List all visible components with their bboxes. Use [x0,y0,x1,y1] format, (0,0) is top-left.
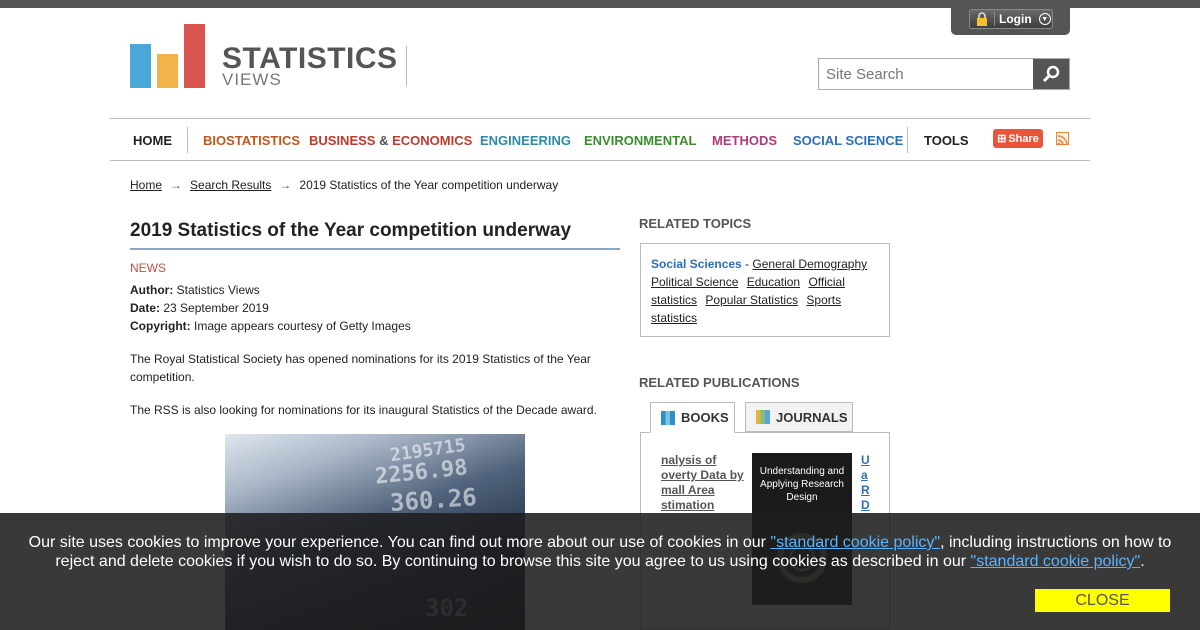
breadcrumb: Home → Search Results → 2019 Statistics of t… [130,178,558,192]
image-number: 360.26 [389,483,478,517]
publication-title-link[interactable]: U a R D [861,453,875,513]
article-copyright: Copyright: Image appears courtesy of Get… [130,319,411,333]
article-paragraph-2: The RSS is also looking for nominations … [130,403,597,417]
search-input[interactable] [819,59,1033,89]
nav-divider [907,127,908,153]
cookie-banner: Our site uses cookies to improve your ex… [0,513,1200,630]
logo-bar-red [184,24,205,88]
login-button[interactable]: Login ▼ [969,9,1053,29]
cookie-text-1: Our site uses cookies to improve your ex… [28,534,771,551]
site-logo[interactable]: STATISTICS VIEWS [130,22,410,89]
arrow-right-icon: → [279,178,292,192]
cookie-text-3: . [1140,553,1145,570]
breadcrumb-search-results[interactable]: Search Results [190,178,271,192]
login-tab: Login ▼ [951,8,1070,35]
author-label: Author: [130,283,174,297]
cookie-policy-link[interactable]: "standard cookie policy" [971,553,1141,570]
topic-link[interactable]: Popular Statistics [705,293,798,307]
author-value: Statistics Views [176,283,260,297]
cookie-close-button[interactable]: CLOSE [1035,589,1170,612]
lock-icon [974,11,990,27]
topics-lead[interactable]: Social Sciences [651,257,742,271]
logo-word-views: VIEWS [222,70,282,89]
breadcrumb-current: 2019 Statistics of the Year competition … [299,178,559,192]
logo-bar-blue [130,44,151,88]
nav-ampersand: & [379,133,389,148]
tab-books-label: BOOKS [681,410,729,425]
date-value: 23 September 2019 [163,301,269,315]
journals-icon [756,410,770,424]
article-title: 2019 Statistics of the Year competition … [130,220,620,250]
cookie-message: Our site uses cookies to improve your ex… [20,533,1180,571]
books-icon [661,410,675,425]
logo-bar-yellow [157,54,178,88]
topic-link[interactable]: Political Science [651,275,738,289]
nav-biostatistics[interactable]: BIOSTATISTICS [203,133,300,148]
share-button[interactable]: ⊞ Share [993,129,1043,148]
nav-social-science[interactable]: SOCIAL SCIENCE [793,133,903,148]
article-date: Date: 23 September 2019 [130,301,269,315]
nav-divider [187,127,188,153]
article-category[interactable]: NEWS [130,261,166,275]
login-label: Login [999,12,1032,26]
related-topics-heading: RELATED TOPICS [639,216,752,231]
login-separator [994,12,995,26]
copyright-label: Copyright: [130,319,191,333]
rss-icon[interactable] [1056,132,1069,146]
site-search [818,58,1070,90]
article-author: Author: Statistics Views [130,283,260,297]
nav-business-label: BUSINESS [309,133,376,148]
article-paragraph-1: The Royal Statistical Society has opened… [130,352,591,384]
nav-engineering[interactable]: ENGINEERING [480,133,571,148]
main-nav: HOME BIOSTATISTICS BUSINESS & ECONOMICS … [110,118,1090,161]
tab-books[interactable]: BOOKS [650,402,735,433]
book-cover-title: Understanding and Applying Research Desi… [759,466,845,503]
nav-methods[interactable]: METHODS [712,133,777,148]
logo-divider [406,46,407,86]
related-topics-box: Social Sciences - General Demography Pol… [640,243,890,337]
nav-home[interactable]: HOME [133,133,172,148]
publication-title-link[interactable]: nalysis of overty Data by mall Area stim… [661,453,751,513]
nav-environmental[interactable]: ENVIRONMENTAL [584,133,696,148]
date-label: Date: [130,301,161,315]
related-publications-heading: RELATED PUBLICATIONS [639,375,800,390]
arrow-right-icon: → [170,178,183,192]
topic-link[interactable]: General Demography [752,257,867,271]
top-bar [0,0,1200,8]
tab-journals[interactable]: JOURNALS [745,402,853,432]
copyright-value: Image appears courtesy of Getty Images [194,319,411,333]
topic-link[interactable]: Education [747,275,800,289]
chevron-down-icon: ▼ [1038,13,1051,25]
breadcrumb-home[interactable]: Home [130,178,162,192]
nav-economics-label: ECONOMICS [392,133,473,148]
nav-tools[interactable]: TOOLS [924,133,969,148]
plus-icon: ⊞ [997,133,1007,145]
nav-business-economics[interactable]: BUSINESS & ECONOMICS [309,133,472,148]
search-icon [1042,65,1060,83]
share-label: Share [1008,132,1039,145]
cookie-policy-link[interactable]: "standard cookie policy" [770,534,940,551]
search-button[interactable] [1033,59,1069,89]
tab-journals-label: JOURNALS [776,409,848,425]
